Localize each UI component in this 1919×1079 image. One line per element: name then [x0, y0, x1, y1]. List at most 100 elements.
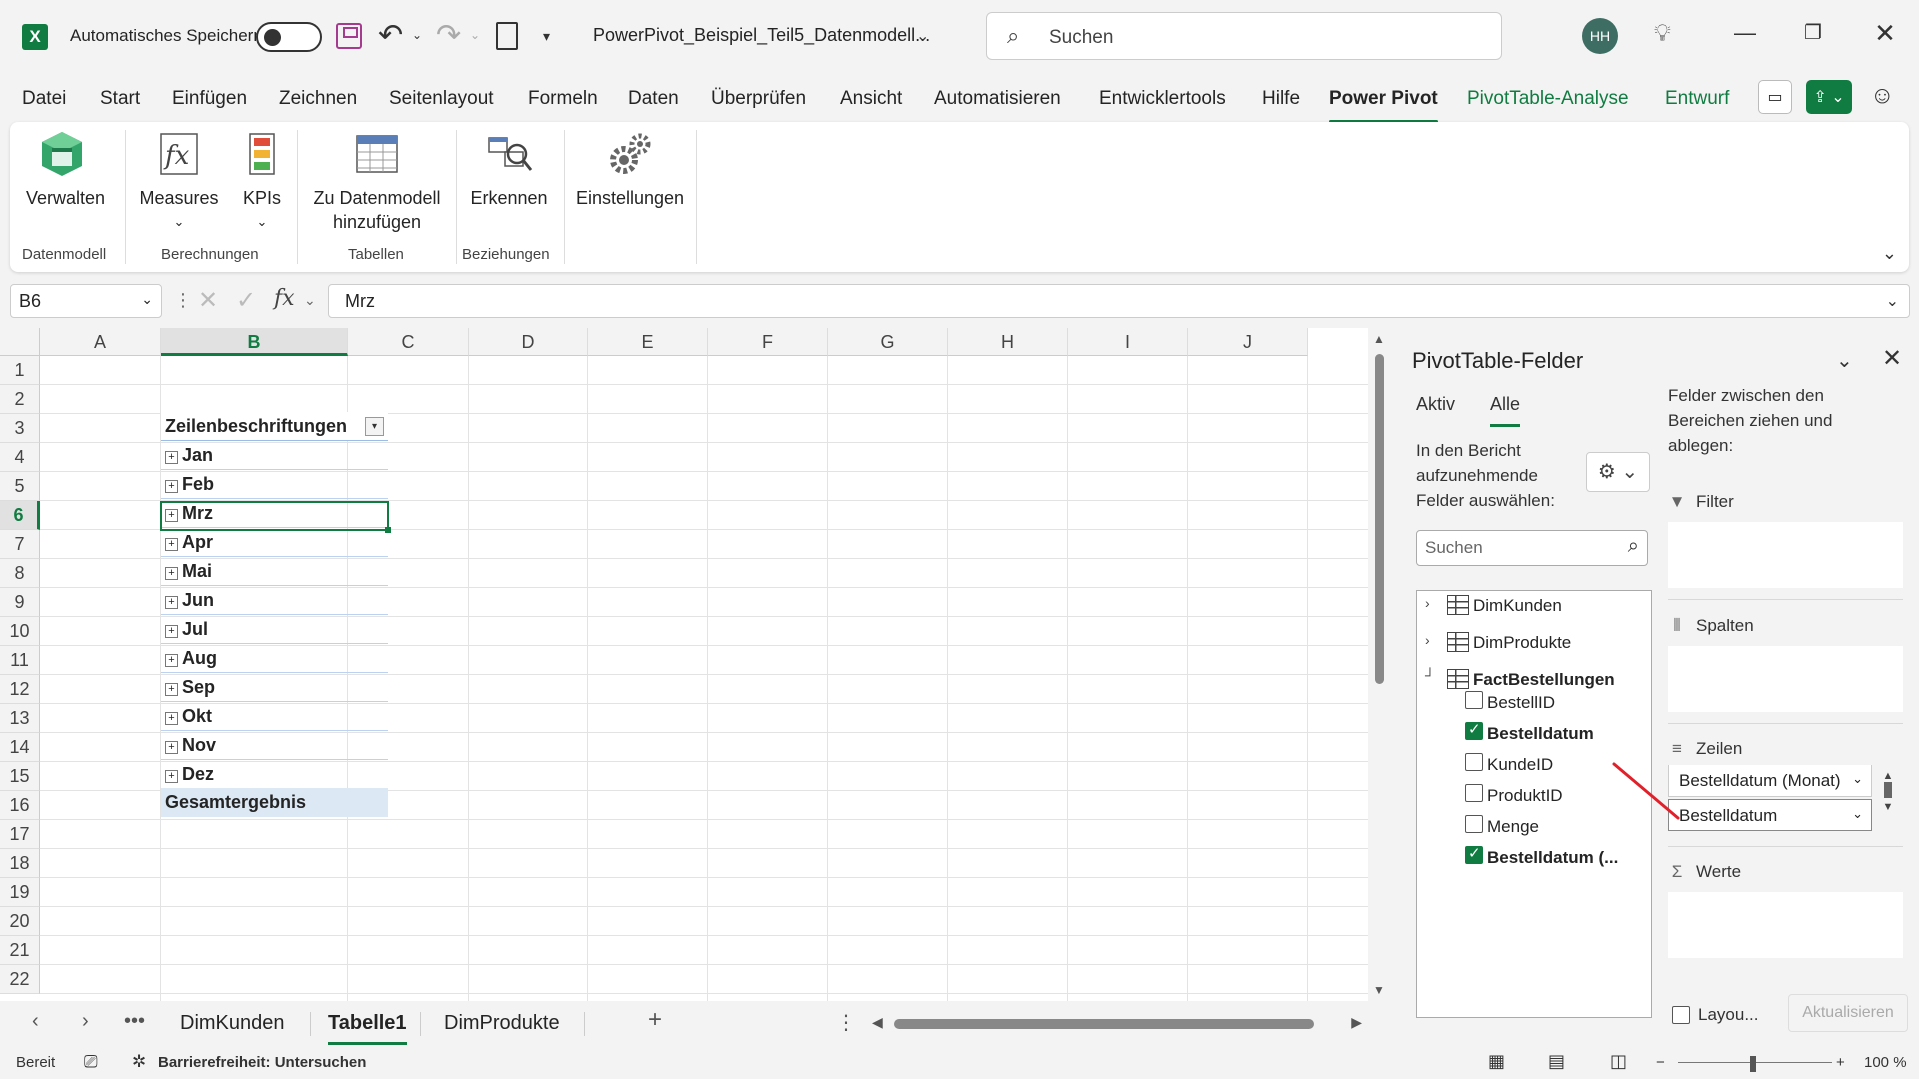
tab-power-pivot[interactable]: Power Pivot: [1329, 88, 1438, 123]
scroll-thumb[interactable]: [1375, 354, 1384, 684]
chevron-down-icon[interactable]: ⌄: [1852, 771, 1863, 787]
expand-icon[interactable]: +: [165, 712, 178, 725]
cancel-icon[interactable]: ✕: [198, 286, 218, 315]
avatar[interactable]: HH: [1582, 18, 1618, 54]
tab-seitenlayout[interactable]: Seitenlayout: [389, 88, 494, 110]
columns-drop-area[interactable]: [1668, 646, 1903, 712]
column-header-e[interactable]: E: [588, 328, 708, 356]
row-header-8[interactable]: 8: [0, 559, 40, 588]
scroll-right-icon[interactable]: ▶: [1351, 1014, 1362, 1031]
share-button[interactable]: ⇪ ⌄: [1806, 80, 1852, 114]
field-search-input[interactable]: Suchen ⌕: [1416, 530, 1648, 566]
field-bestellid[interactable]: BestellID: [1487, 693, 1555, 713]
row-header-1[interactable]: 1: [0, 356, 40, 385]
row-header-11[interactable]: 11: [0, 646, 40, 675]
row-header-16[interactable]: 16: [0, 791, 40, 820]
tab-automatisieren[interactable]: Automatisieren: [934, 88, 1061, 110]
rows-area-scrollbar[interactable]: ▲ ▼: [1880, 770, 1896, 824]
expand-icon[interactable]: +: [165, 654, 178, 667]
gear-icon[interactable]: ⚙ ⌄: [1586, 452, 1650, 492]
pivot-row-item[interactable]: + Okt: [161, 702, 388, 731]
spreadsheet-grid[interactable]: ABCDEFGHIJ 1 2 3 4 5 6 7 8 9 10 11 12 13 14 15 16 17 18 19…: [0, 328, 1368, 1001]
tab-ueberpruefen[interactable]: Überprüfen: [711, 88, 806, 110]
tab-aktiv[interactable]: Aktiv: [1416, 394, 1455, 415]
row-header-20[interactable]: 20: [0, 907, 40, 936]
insert-function-icon[interactable]: fx: [274, 286, 295, 311]
checkbox-bestellid[interactable]: [1465, 691, 1483, 709]
expand-formula-icon[interactable]: ⌄: [1886, 291, 1899, 311]
row-header-21[interactable]: 21: [0, 936, 40, 965]
accessibility-icon[interactable]: ✲: [132, 1052, 146, 1072]
pivot-row-item[interactable]: + Sep: [161, 673, 388, 702]
name-box[interactable]: B6 ⌄: [10, 284, 162, 318]
table-factbestellungen[interactable]: FactBestellungen: [1447, 669, 1615, 690]
field-bestelldatum[interactable]: Bestelldatum: [1487, 724, 1594, 744]
chevron-down-icon[interactable]: ⌄: [1836, 348, 1853, 373]
measures-button[interactable]: fx Measures ⌄: [138, 130, 220, 234]
accessibility-status[interactable]: Barrierefreiheit: Untersuchen: [158, 1054, 366, 1071]
tab-formeln[interactable]: Formeln: [528, 88, 598, 110]
save-icon[interactable]: [336, 23, 362, 49]
tab-alle[interactable]: Alle: [1490, 394, 1521, 427]
pivot-row-item[interactable]: + Feb: [161, 470, 388, 499]
sheet-tab-dimkunden[interactable]: DimKunden: [180, 1012, 285, 1035]
prev-sheet-icon[interactable]: ‹: [32, 1010, 39, 1033]
checkbox-bestelldatum-monat[interactable]: [1465, 844, 1483, 864]
select-all-corner[interactable]: [0, 328, 40, 356]
ribbon-collapse-icon[interactable]: ⌄: [1882, 243, 1897, 264]
expand-icon[interactable]: +: [165, 538, 178, 551]
expand-icon[interactable]: +: [165, 480, 178, 493]
more-sheets-icon[interactable]: •••: [124, 1010, 145, 1033]
expand-icon[interactable]: +: [165, 596, 178, 609]
row-field-bestelldatum-monat[interactable]: Bestelldatum (Monat) ⌄: [1668, 765, 1872, 797]
zoom-out-icon[interactable]: −: [1656, 1054, 1665, 1071]
tab-pivottable-analyse[interactable]: PivotTable-Analyse: [1467, 88, 1629, 110]
field-kundeid[interactable]: KundeID: [1487, 755, 1553, 775]
close-icon[interactable]: ✕: [1882, 344, 1902, 373]
restore-button[interactable]: ❐: [1798, 20, 1828, 45]
pivot-row-item[interactable]: + Dez: [161, 760, 388, 789]
chevron-down-icon[interactable]: ⌄: [304, 292, 316, 309]
field-list[interactable]: › DimKunden › DimProdukte ┘ FactBestellu…: [1416, 590, 1652, 1018]
checkbox-bestelldatum[interactable]: [1465, 720, 1483, 740]
column-header-j[interactable]: J: [1188, 328, 1308, 356]
row-header-2[interactable]: 2: [0, 385, 40, 414]
table-dimkunden[interactable]: DimKunden: [1447, 595, 1562, 616]
pivot-grand-total[interactable]: Gesamtergebnis: [161, 788, 388, 817]
pivot-row-item[interactable]: + Apr: [161, 528, 388, 557]
scroll-up-icon[interactable]: ▲: [1373, 332, 1385, 346]
row-header-13[interactable]: 13: [0, 704, 40, 733]
pivot-row-item[interactable]: + Nov: [161, 731, 388, 760]
comments-button[interactable]: ▭: [1758, 80, 1792, 114]
zoom-in-icon[interactable]: +: [1836, 1054, 1845, 1071]
einstellungen-button[interactable]: Einstellungen: [574, 130, 686, 210]
vertical-scrollbar[interactable]: ▲ ▼: [1368, 328, 1390, 1001]
expand-icon[interactable]: +: [165, 770, 178, 783]
chevron-down-icon[interactable]: ⌄: [916, 26, 929, 46]
expand-icon[interactable]: +: [165, 741, 178, 754]
row-header-10[interactable]: 10: [0, 617, 40, 646]
column-header-i[interactable]: I: [1068, 328, 1188, 356]
pivot-row-item[interactable]: + Mai: [161, 557, 388, 586]
lightbulb-icon[interactable]: 💡︎: [1654, 20, 1671, 48]
checkbox-produktid[interactable]: [1465, 784, 1483, 802]
filter-drop-area[interactable]: [1668, 522, 1903, 588]
row-header-22[interactable]: 22: [0, 965, 40, 994]
row-header-17[interactable]: 17: [0, 820, 40, 849]
redo-dropdown-icon[interactable]: ⌄: [470, 28, 480, 42]
row-header-14[interactable]: 14: [0, 733, 40, 762]
checkbox-kundeid[interactable]: [1465, 753, 1483, 771]
kpis-button[interactable]: KPIs ⌄: [234, 130, 290, 234]
row-header-4[interactable]: 4: [0, 443, 40, 472]
row-header-9[interactable]: 9: [0, 588, 40, 617]
pivot-header-cell[interactable]: Zeilenbeschriftungen ▾: [161, 412, 388, 441]
field-produktid[interactable]: ProduktID: [1487, 786, 1563, 806]
person-icon[interactable]: ☺: [1870, 82, 1895, 110]
column-header-c[interactable]: C: [348, 328, 469, 356]
row-field-bestelldatum[interactable]: Bestelldatum ⌄: [1668, 799, 1872, 831]
customize-toolbar-icon[interactable]: ▾: [543, 28, 550, 45]
pivot-row-item[interactable]: + Jun: [161, 586, 388, 615]
tab-ansicht[interactable]: Ansicht: [840, 88, 902, 110]
horizontal-scrollbar[interactable]: ◀ ▶: [872, 1010, 1362, 1036]
document-icon[interactable]: [496, 22, 518, 50]
